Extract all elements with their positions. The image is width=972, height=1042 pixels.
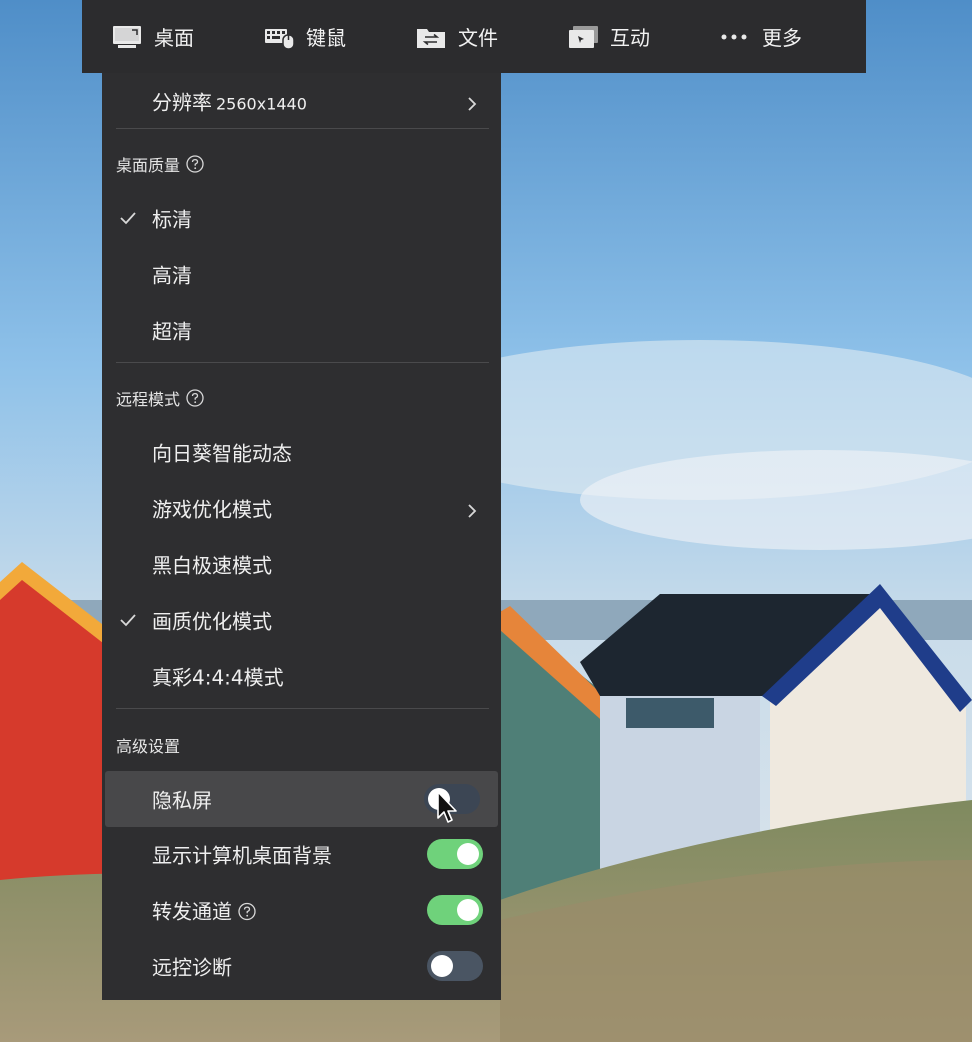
keyboard-mouse-icon [264, 23, 298, 51]
resolution-menu-item[interactable]: 分辨率 2560x1440 [102, 73, 501, 129]
remote-mode-title: 远程模式 [116, 390, 181, 409]
remote-mode-option-game[interactable]: 游戏优化模式 [102, 480, 501, 536]
quality-option-label: 超清 [152, 319, 192, 344]
toggle-row-show-wallpaper[interactable]: 显示计算机桌面背景 [102, 826, 501, 882]
quality-option-label: 标清 [152, 207, 192, 232]
more-dots-icon [720, 23, 754, 51]
menu-divider [116, 128, 489, 129]
remote-mode-option-label: 真彩4:4:4模式 [152, 665, 284, 690]
remote-mode-option-label: 游戏优化模式 [152, 497, 272, 522]
toolbar-interaction-button[interactable]: 互动 [568, 0, 720, 73]
remote-toolbar: 桌面 键鼠 文件 互动 更多 [82, 0, 866, 73]
quality-option-hd[interactable]: 高清 [102, 246, 501, 302]
remote-mode-option-label: 黑白极速模式 [152, 553, 272, 578]
toggle-knob [457, 899, 479, 921]
show-wallpaper-toggle[interactable] [427, 839, 483, 869]
toggle-knob [457, 843, 479, 865]
remote-mode-option-label: 向日葵智能动态 [152, 441, 292, 466]
remote-mode-option-smart[interactable]: 向日葵智能动态 [102, 424, 501, 480]
toolbar-more-label: 更多 [762, 26, 802, 50]
toolbar-desktop-button[interactable]: 桌面 [112, 0, 264, 73]
help-icon[interactable] [186, 389, 204, 407]
quality-section-title: 桌面质量 [116, 152, 204, 176]
remote-mode-option-label: 画质优化模式 [152, 609, 272, 634]
toolbar-desktop-label: 桌面 [154, 26, 194, 50]
advanced-section-title: 高级设置 [116, 733, 180, 757]
toggle-row-privacy-screen[interactable]: 隐私屏 [105, 771, 498, 827]
toolbar-keyboard-mouse-label: 键鼠 [306, 26, 346, 50]
toolbar-file-label: 文件 [458, 26, 498, 50]
monitor-icon [112, 23, 146, 51]
toolbar-more-button[interactable]: 更多 [720, 0, 850, 73]
quality-option-label: 高清 [152, 263, 192, 288]
desktop-settings-menu: 分辨率 2560x1440 桌面质量 标清 高清 超清 远程模式 向日葵智能动态 … [102, 73, 501, 1000]
remote-mode-option-truecolor[interactable]: 真彩4:4:4模式 [102, 648, 501, 704]
remote-mode-option-quality[interactable]: 画质优化模式 [102, 592, 501, 648]
quality-option-sd[interactable]: 标清 [102, 190, 501, 246]
help-icon[interactable] [238, 901, 256, 920]
remote-mode-section-title: 远程模式 [116, 386, 204, 410]
toggle-knob [431, 955, 453, 977]
toggle-label-wrap: 转发通道 [152, 896, 256, 925]
checkmark-icon [118, 610, 138, 630]
toggle-label: 远控诊断 [152, 955, 232, 980]
resolution-label: 分辨率 [152, 90, 212, 115]
toggle-label: 隐私屏 [152, 788, 212, 813]
resolution-label-wrap: 分辨率 2560x1440 [152, 87, 307, 116]
quality-title: 桌面质量 [116, 156, 181, 175]
menu-divider [116, 362, 489, 363]
menu-divider [116, 708, 489, 709]
advanced-title: 高级设置 [116, 737, 181, 756]
toggle-label: 转发通道 [152, 899, 232, 924]
toggle-knob [428, 788, 450, 810]
toolbar-interaction-label: 互动 [610, 26, 650, 50]
relay-channel-toggle[interactable] [427, 895, 483, 925]
remote-mode-option-bw[interactable]: 黑白极速模式 [102, 536, 501, 592]
toggle-row-remote-diagnosis[interactable]: 远控诊断 [102, 938, 501, 994]
chevron-right-icon [465, 93, 479, 111]
chevron-right-icon [465, 500, 479, 518]
help-icon[interactable] [186, 155, 204, 173]
remote-diagnosis-toggle[interactable] [427, 951, 483, 981]
interaction-icon [568, 23, 602, 51]
quality-option-uhd[interactable]: 超清 [102, 302, 501, 358]
toolbar-keyboard-mouse-button[interactable]: 键鼠 [264, 0, 416, 73]
privacy-screen-toggle[interactable] [424, 784, 480, 814]
toggle-row-relay-channel[interactable]: 转发通道 [102, 882, 501, 938]
folder-transfer-icon [416, 23, 450, 51]
checkmark-icon [118, 208, 138, 228]
toolbar-file-button[interactable]: 文件 [416, 0, 568, 73]
toggle-label: 显示计算机桌面背景 [152, 843, 332, 868]
resolution-value: 2560x1440 [216, 94, 307, 114]
